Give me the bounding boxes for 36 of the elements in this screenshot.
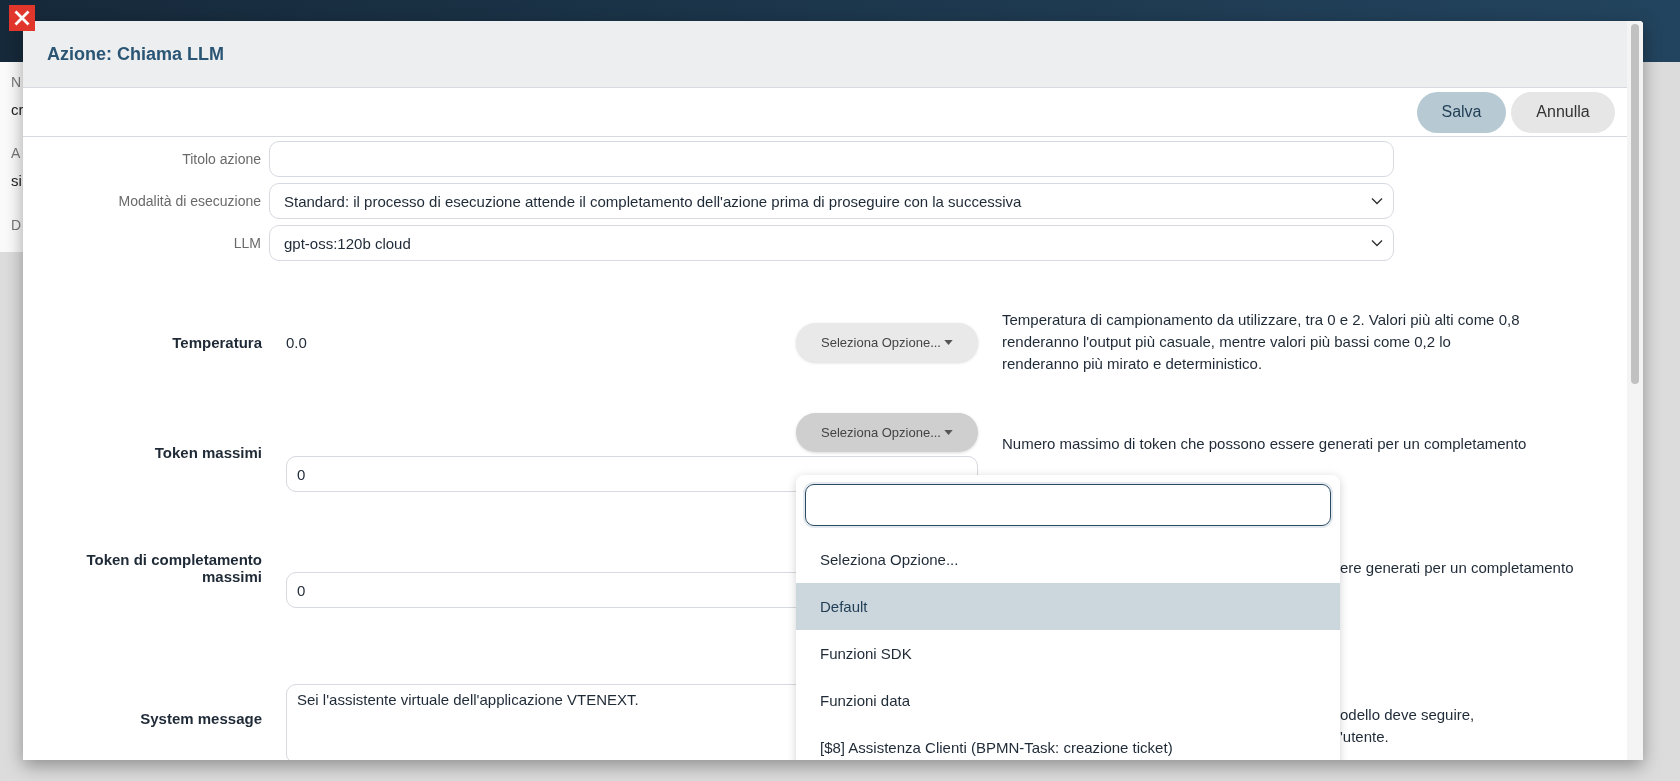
- chevron-down-icon: [1371, 197, 1383, 205]
- save-button[interactable]: Salva: [1417, 91, 1506, 133]
- parameter-value: 0.0: [286, 333, 307, 351]
- parameter-label: Token massimi: [153, 444, 262, 461]
- caret-icon: [944, 430, 953, 435]
- scrollbar[interactable]: [1627, 21, 1643, 760]
- field-label: LLM: [232, 235, 261, 251]
- parameter-description: ere generati per un completamento: [1340, 558, 1575, 578]
- background-text: N: [11, 74, 22, 90]
- option-dropdown-button[interactable]: Seleziona Opzione...: [796, 322, 978, 362]
- dialog-title: Azione: Chiama LLM: [47, 43, 224, 65]
- parameter-label: Token di completamento massimi: [85, 551, 262, 585]
- background-text: si: [11, 172, 22, 189]
- field-label: Modalità di esecuzione: [117, 193, 261, 209]
- select-field[interactable]: gpt-oss:120b cloud: [269, 225, 1394, 261]
- dropdown-option[interactable]: [$8] Assistenza Clienti (BPMN-Task: creazione ticket): [796, 724, 1340, 760]
- dropdown-option[interactable]: Default: [796, 583, 1340, 630]
- parameter-label: System message: [139, 710, 262, 727]
- parameter-description: Numero massimo di token che possono essere generati per un completamento: [1002, 434, 1528, 454]
- cancel-button[interactable]: Annulla: [1511, 91, 1615, 133]
- close-icon[interactable]: [9, 5, 35, 31]
- chevron-down-icon: [1371, 239, 1383, 247]
- select-field[interactable]: Standard: il processo di esecuzione attende il completamento dell'azione prima di proseguire con la successiva: [269, 183, 1394, 219]
- input-field[interactable]: [269, 141, 1394, 177]
- background-text: cr: [11, 101, 24, 118]
- search-field[interactable]: [805, 484, 1331, 526]
- dropdown-option[interactable]: Funzioni SDK: [796, 630, 1340, 677]
- background-text: D: [11, 217, 22, 233]
- parameter-description: Temperatura di campionamento da utilizzare, tra 0 e 2. Valori più alti come 0,8 renderanno l'output più casuale, mentre valori più bassi come 0,2 lo renderanno più mirato e deterministico.: [1002, 310, 1521, 374]
- caret-icon: [944, 339, 953, 345]
- background-text: A: [11, 145, 21, 161]
- option-dropdown-button[interactable]: Seleziona Opzione...: [796, 413, 978, 452]
- parameter-description: odello deve seguire, 'utente.: [1340, 705, 1476, 747]
- dropdown-option[interactable]: Funzioni data: [796, 677, 1340, 724]
- parameter-label: Temperatura: [171, 333, 262, 351]
- field-label: Titolo azione: [181, 151, 261, 167]
